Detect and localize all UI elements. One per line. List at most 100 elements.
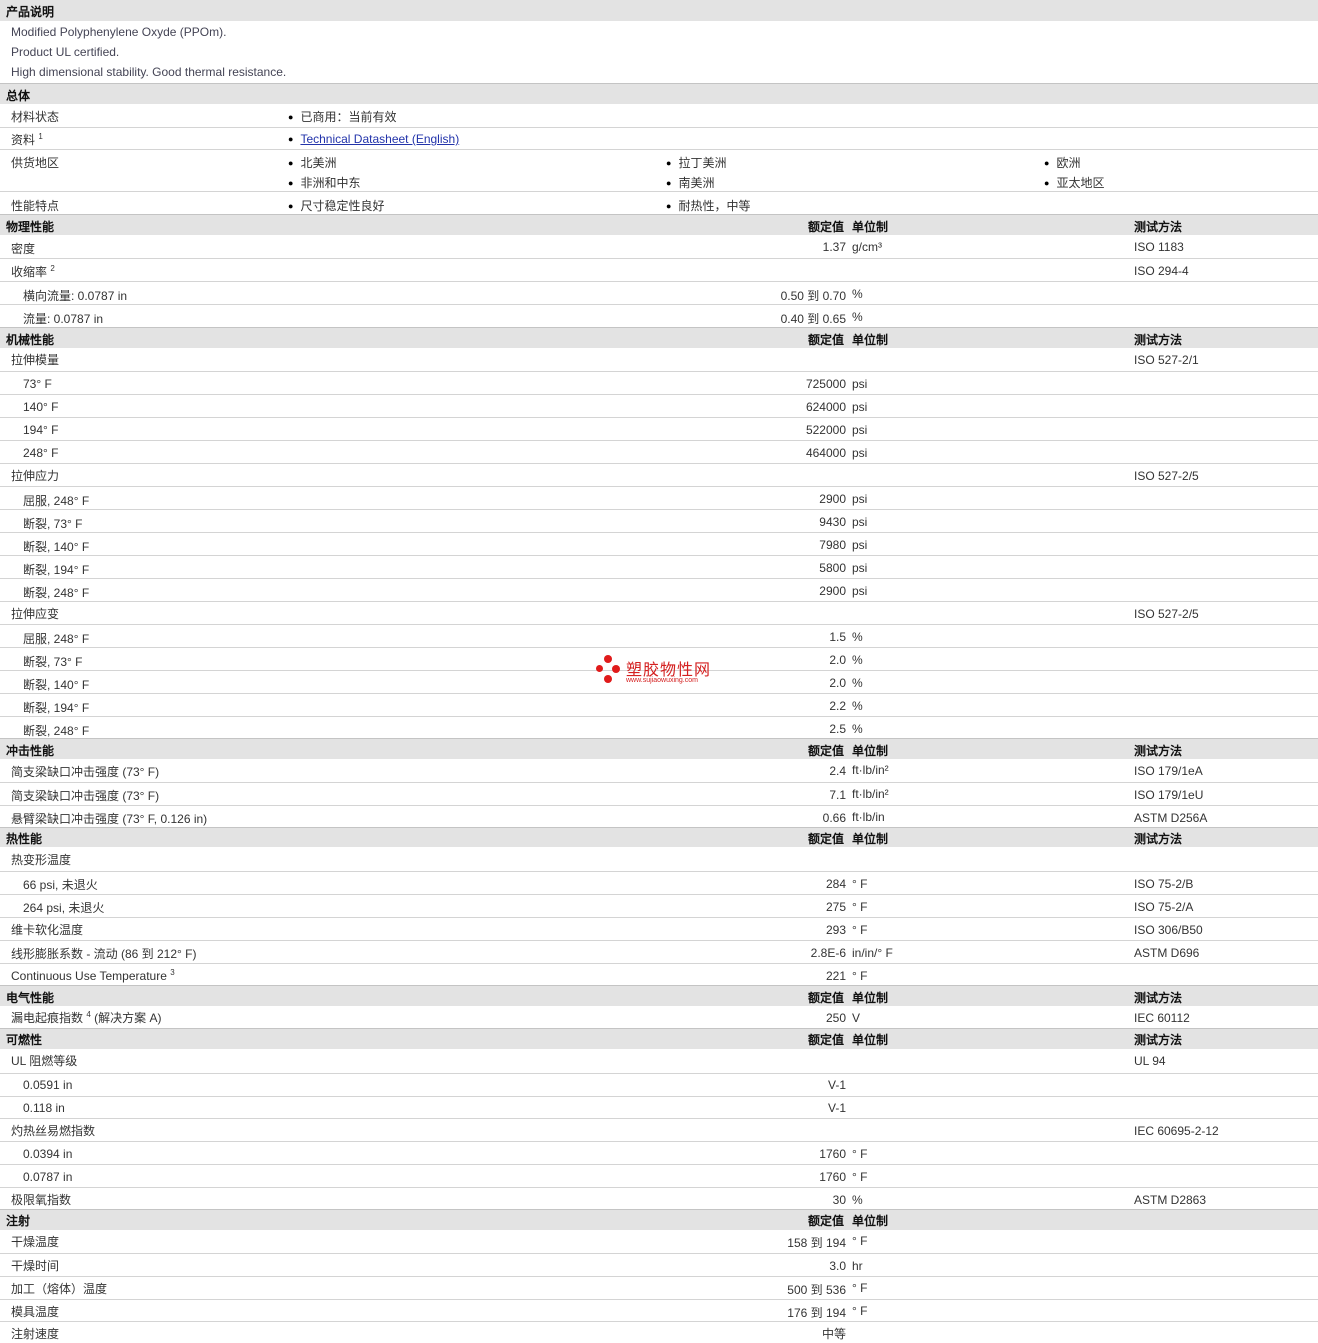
section-title: 冲击性能 xyxy=(6,744,55,758)
row-value: 0.50 到 0.70 xyxy=(780,289,846,303)
row-value: 1760 xyxy=(819,1170,846,1184)
row-material-status: 材料状态 已商用：当前有效 xyxy=(0,104,1318,127)
row-label: 密度 xyxy=(11,242,36,256)
row-label: 简支梁缺口冲击强度 (73° F) xyxy=(11,765,160,779)
row-hdt-sub: 66 psi, 未退火 284 ° F ISO 75-2/B xyxy=(0,871,1318,894)
row-unit: V xyxy=(852,1011,861,1025)
row-test-method: ASTM D256A xyxy=(1134,811,1208,825)
row-value: 7980 xyxy=(819,538,846,552)
row-unit: ° F xyxy=(852,969,868,983)
row-density: 密度 1.37 g/cm³ ISO 1183 xyxy=(0,235,1318,258)
row-label: 漏电起痕指数 4 (解决方案 A) xyxy=(11,1010,162,1025)
row-label: 264 psi, 未退火 xyxy=(23,901,105,915)
row-unit: ° F xyxy=(852,1147,868,1161)
row-value: 2.5 xyxy=(829,722,846,736)
section-title: 可燃性 xyxy=(6,1033,43,1047)
row-label: 66 psi, 未退火 xyxy=(23,878,98,892)
row-tensile-strain: 拉伸应变 ISO 527-2/5 xyxy=(0,601,1318,624)
section-title: 总体 xyxy=(6,89,31,103)
row-unit: % xyxy=(852,630,863,644)
row-injection: 模具温度 176 到 194 ° F xyxy=(0,1299,1318,1321)
row-label: 注射速度 xyxy=(11,1327,60,1341)
row-value: 2.4 xyxy=(829,764,846,778)
section-title: 机械性能 xyxy=(6,333,55,347)
row-label: UL 阻燃等级 xyxy=(11,1054,78,1068)
row-unit: % xyxy=(852,310,863,324)
row-value: 2.8E-6 xyxy=(810,946,846,960)
description-line: High dimensional stability. Good thermal… xyxy=(11,65,287,79)
row-strain-sub: 屈服, 248° F 1.5 % xyxy=(0,624,1318,647)
row-unit: ° F xyxy=(852,1234,868,1248)
row-value: 158 到 194 xyxy=(787,1236,846,1250)
row-unit: psi xyxy=(852,400,868,414)
row-unit: ° F xyxy=(852,1281,868,1295)
section-header-electrical: 电气性能 额定值 单位制 测试方法 xyxy=(0,985,1318,1006)
row-test-method: ISO 1183 xyxy=(1134,240,1184,254)
datasheet-link[interactable]: Technical Datasheet (English) xyxy=(300,132,459,146)
row-gwfi-sub: 0.0394 in 1760 ° F xyxy=(0,1141,1318,1164)
row-label: 模具温度 xyxy=(11,1305,60,1319)
row-unit: ft·lb/in xyxy=(852,810,885,824)
description-block: Modified Polyphenylene Oxyde (PPOm). Pro… xyxy=(0,22,1318,82)
row-test-method: IEC 60112 xyxy=(1134,1011,1190,1025)
row-label: 资料 1 xyxy=(11,132,43,147)
section-header-description: 产品说明 xyxy=(0,0,1318,21)
section-title: 注射 xyxy=(6,1214,31,1228)
row-test-method: ISO 179/1eU xyxy=(1134,788,1204,802)
row-test-method: ISO 179/1eA xyxy=(1134,764,1203,778)
row-unit: ft·lb/in² xyxy=(852,787,889,801)
row-value: 250 xyxy=(825,1011,846,1025)
row-stress-sub: 断裂, 73° F 9430 psi xyxy=(0,509,1318,532)
row-label: 断裂, 73° F xyxy=(23,517,83,531)
section-header-flammability: 可燃性 额定值 单位制 测试方法 xyxy=(0,1028,1318,1049)
test-method-header: 测试方法 xyxy=(1134,220,1183,234)
region-item: 非洲和中东 xyxy=(288,174,360,191)
status-value: 已商用：当前有效 xyxy=(288,108,396,125)
row-label: 拉伸应力 xyxy=(11,469,60,483)
rated-value-header: 额定值 xyxy=(807,991,844,1005)
section-title: 热性能 xyxy=(6,832,43,846)
row-shrinkage-transverse: 横向流量: 0.0787 in 0.50 到 0.70 % xyxy=(0,281,1318,304)
row-impact: 悬臂梁缺口冲击强度 (73° F, 0.126 in) 0.66 ft·lb/i… xyxy=(0,805,1318,827)
row-test-method: ISO 527-2/5 xyxy=(1134,469,1199,483)
rated-value-header: 额定值 xyxy=(807,832,844,846)
row-value: 284 xyxy=(825,877,846,891)
row-test-method: UL 94 xyxy=(1134,1054,1166,1068)
row-test-method: ISO 306/B50 xyxy=(1134,923,1203,937)
row-unit: ° F xyxy=(852,877,868,891)
feature-item: 尺寸稳定性良好 xyxy=(288,197,384,214)
row-value: V-1 xyxy=(827,1101,846,1115)
logo-dot-icon xyxy=(604,655,612,663)
watermark-url: www.sujiaowuxing.com xyxy=(626,677,698,684)
row-label: 横向流量: 0.0787 in xyxy=(23,289,128,303)
test-method-header: 测试方法 xyxy=(1134,744,1183,758)
description-line: Modified Polyphenylene Oxyde (PPOm). xyxy=(11,25,227,39)
row-label: 140° F xyxy=(23,400,59,414)
row-value: 725000 xyxy=(805,377,846,391)
row-unit: ° F xyxy=(852,1170,868,1184)
row-unit: psi xyxy=(852,377,868,391)
row-unit: psi xyxy=(852,492,868,506)
row-label: 性能特点 xyxy=(11,199,60,213)
row-value: 5800 xyxy=(819,561,846,575)
section-title: 物理性能 xyxy=(6,220,55,234)
row-injection: 注射速度 中等 xyxy=(0,1321,1318,1343)
row-modulus-sub: 73° F 725000 psi xyxy=(0,371,1318,394)
row-value: 293 xyxy=(825,923,846,937)
row-hdt: 热变形温度 xyxy=(0,847,1318,871)
row-vicat: 维卡软化温度 293 ° F ISO 306/B50 xyxy=(0,917,1318,940)
row-hdt-sub: 264 psi, 未退火 275 ° F ISO 75-2/A xyxy=(0,894,1318,917)
row-unit: % xyxy=(852,722,863,736)
row-value: 522000 xyxy=(805,423,846,437)
row-label: 194° F xyxy=(23,423,59,437)
row-unit: ° F xyxy=(852,923,868,937)
row-label: 0.118 in xyxy=(23,1101,65,1115)
row-value: 2.2 xyxy=(829,699,846,713)
row-loi: 极限氧指数 30 % ASTM D2863 xyxy=(0,1187,1318,1209)
row-test-method: ISO 294-4 xyxy=(1134,264,1189,278)
row-unit: psi xyxy=(852,515,868,529)
row-label: 干燥时间 xyxy=(11,1259,60,1273)
row-value: 2.0 xyxy=(829,676,846,690)
unit-header: 单位制 xyxy=(852,744,889,758)
unit-header: 单位制 xyxy=(852,991,889,1005)
